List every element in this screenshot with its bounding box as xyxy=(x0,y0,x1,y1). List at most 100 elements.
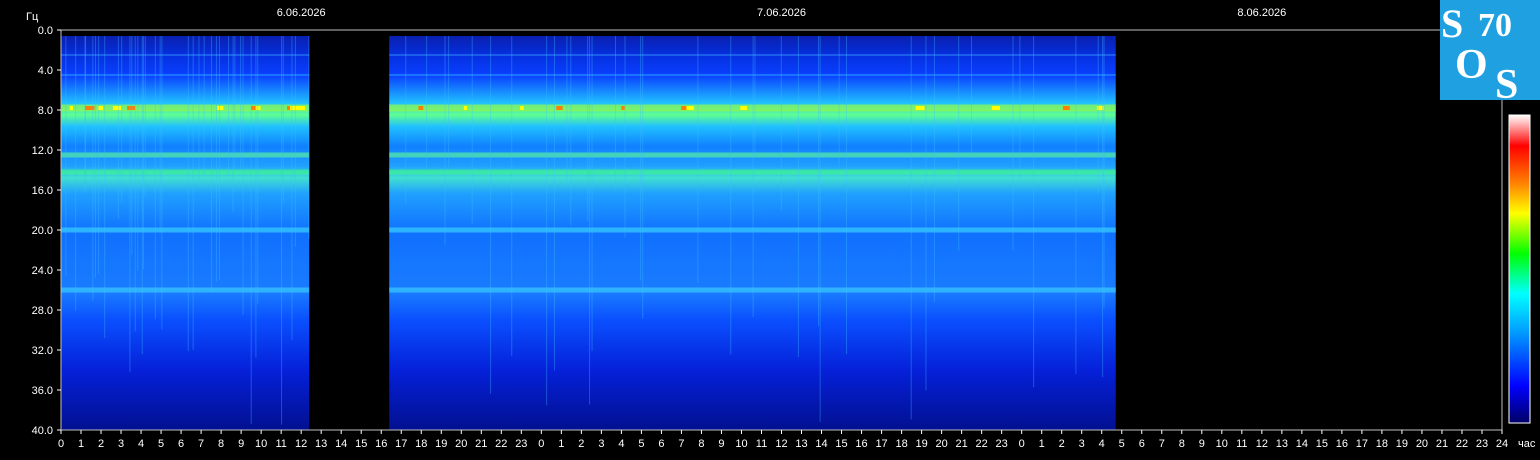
interference-streak xyxy=(570,36,572,226)
x-tick-label: 9 xyxy=(1199,438,1205,450)
resonance-band xyxy=(389,287,1116,293)
interference-streak xyxy=(242,36,244,316)
interference-streak xyxy=(780,36,782,210)
x-tick-label: 7 xyxy=(678,438,684,450)
hotspot xyxy=(87,106,95,110)
x-tick-label: 19 xyxy=(915,438,927,450)
resonance-band xyxy=(389,169,1116,175)
x-tick-label: 0 xyxy=(58,438,64,450)
interference-streak xyxy=(819,36,821,422)
interference-streak xyxy=(697,36,699,283)
x-tick-label: 17 xyxy=(1356,438,1368,450)
x-tick-label: 4 xyxy=(1099,438,1105,450)
x-tick-label: 13 xyxy=(315,438,327,450)
x-tick-label: 17 xyxy=(875,438,887,450)
y-tick-label: 40.0 xyxy=(32,425,53,437)
x-tick-label: 3 xyxy=(118,438,124,450)
interference-streak xyxy=(448,36,450,167)
interference-streak xyxy=(546,36,548,406)
interference-streak xyxy=(98,36,100,274)
y-tick-label: 20.0 xyxy=(32,225,53,237)
interference-streak xyxy=(75,36,77,311)
x-tick-label: 6 xyxy=(1139,438,1145,450)
x-tick-label: 0 xyxy=(1019,438,1025,450)
resonance-band xyxy=(389,104,1116,112)
y-tick-label: 0.0 xyxy=(38,25,53,37)
x-tick-label: 8 xyxy=(1179,438,1185,450)
y-tick-label: 32.0 xyxy=(32,345,53,357)
interference-streak xyxy=(958,36,960,251)
interference-streak xyxy=(65,36,67,276)
interference-streak xyxy=(228,36,230,176)
x-tick-label: 3 xyxy=(1079,438,1085,450)
hotspot xyxy=(915,106,924,110)
x-tick-label: 8 xyxy=(698,438,704,450)
interference-streak xyxy=(255,36,257,358)
resonance-band xyxy=(389,152,1116,158)
interference-streak xyxy=(144,36,146,197)
interference-streak xyxy=(250,36,252,425)
x-tick-label: 21 xyxy=(475,438,487,450)
y-tick-label: 36.0 xyxy=(32,385,53,397)
interference-streak xyxy=(910,36,912,420)
hotspot xyxy=(681,106,687,110)
interference-streak xyxy=(553,36,555,371)
y-tick-label: 28.0 xyxy=(32,305,53,317)
interference-streak xyxy=(161,36,163,330)
interference-streak xyxy=(1103,36,1105,308)
interference-streak xyxy=(1033,36,1035,388)
interference-streak xyxy=(203,36,205,176)
x-tick-label: 22 xyxy=(976,438,988,450)
x-tick-label: 2 xyxy=(98,438,104,450)
y-tick-label: 24.0 xyxy=(32,265,53,277)
resonance-band xyxy=(389,74,1116,76)
x-tick-label: 2 xyxy=(1059,438,1065,450)
x-tick-label: 11 xyxy=(1236,438,1247,450)
interference-streak xyxy=(95,36,97,278)
x-tick-label: 22 xyxy=(1456,438,1468,450)
x-tick-label: 21 xyxy=(956,438,968,450)
x-tick-label: 23 xyxy=(1476,438,1488,450)
interference-streak xyxy=(405,36,407,204)
interference-streak xyxy=(444,36,446,245)
interference-streak xyxy=(92,36,94,301)
x-tick-label: 22 xyxy=(495,438,507,450)
x-tick-label: 23 xyxy=(996,438,1008,450)
date-label: 8.06.2026 xyxy=(1237,7,1286,19)
date-label: 6.06.2026 xyxy=(277,7,326,19)
hotspot xyxy=(69,106,73,110)
interference-streak xyxy=(1102,36,1104,378)
x-tick-label: 21 xyxy=(1436,438,1448,450)
interference-streak xyxy=(730,36,732,355)
interference-streak xyxy=(234,36,236,168)
x-tick-label: 13 xyxy=(1276,438,1288,450)
resonance-band xyxy=(389,227,1116,233)
interference-streak xyxy=(1012,36,1014,251)
x-tick-label: 12 xyxy=(295,438,307,450)
x-tick-label: 16 xyxy=(375,438,387,450)
interference-streak xyxy=(845,36,847,355)
hotspot xyxy=(127,106,132,110)
spectrogram-segment xyxy=(389,36,1116,430)
interference-streak xyxy=(1097,36,1099,195)
sos70-logo: S 70 O S xyxy=(1440,0,1540,108)
x-tick-label: 10 xyxy=(735,438,747,450)
interference-streak xyxy=(587,36,589,222)
x-tick-label: 12 xyxy=(1256,438,1268,450)
hotspot xyxy=(217,106,224,110)
spectrogram-chart: 0.0 4.0 8.0 12.0 16.0 20.0 24.0 28.0 32.0 36.0 40.… xyxy=(26,0,1540,450)
x-tick-label: 20 xyxy=(1416,438,1428,450)
interference-streak xyxy=(925,36,927,391)
interference-streak xyxy=(933,36,935,302)
interference-streak xyxy=(117,36,119,219)
x-tick-label: 19 xyxy=(435,438,447,450)
colorbar xyxy=(1508,114,1531,424)
interference-streak xyxy=(291,36,293,340)
hotspot xyxy=(991,106,1000,110)
interference-streak xyxy=(797,36,799,358)
x-tick-label: 9 xyxy=(238,438,244,450)
interference-streak xyxy=(257,36,259,304)
interference-streak xyxy=(642,36,644,319)
x-tick-label: 1 xyxy=(558,438,564,450)
hotspot xyxy=(556,106,563,110)
